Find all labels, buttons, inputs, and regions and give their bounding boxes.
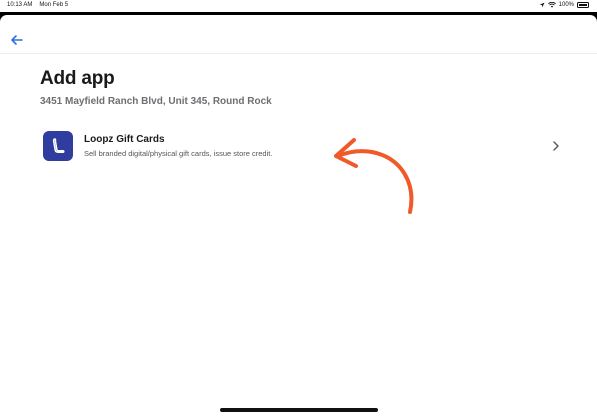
chevron-right-icon — [553, 141, 559, 151]
status-right: 100% — [539, 2, 589, 8]
annotation-arrow-icon — [334, 138, 414, 214]
page-title: Add app — [40, 68, 115, 89]
status-bar: 10:13 AM Mon Feb 5 100% — [0, 0, 597, 12]
home-indicator[interactable] — [220, 408, 378, 412]
battery-icon — [577, 2, 589, 8]
location-address: 3451 Mayfield Ranch Blvd, Unit 345, Roun… — [40, 96, 272, 107]
nav-bar — [0, 26, 597, 54]
wifi-icon — [547, 2, 556, 8]
status-left: 10:13 AM Mon Feb 5 — [7, 2, 68, 8]
loopz-logo-glyph — [52, 138, 65, 153]
app-row-loopz-gift-cards[interactable]: Loopz Gift Cards Sell branded digital/ph… — [40, 128, 562, 166]
location-icon — [539, 2, 545, 8]
status-time: 10:13 AM — [7, 2, 33, 8]
app-description: Sell branded digital/physical gift cards… — [84, 149, 273, 158]
back-arrow-icon[interactable] — [8, 31, 26, 49]
loopz-logo-icon — [43, 131, 73, 161]
status-date: Mon Feb 5 — [39, 2, 69, 8]
app-name: Loopz Gift Cards — [84, 134, 165, 145]
battery-percent: 100% — [558, 2, 574, 8]
